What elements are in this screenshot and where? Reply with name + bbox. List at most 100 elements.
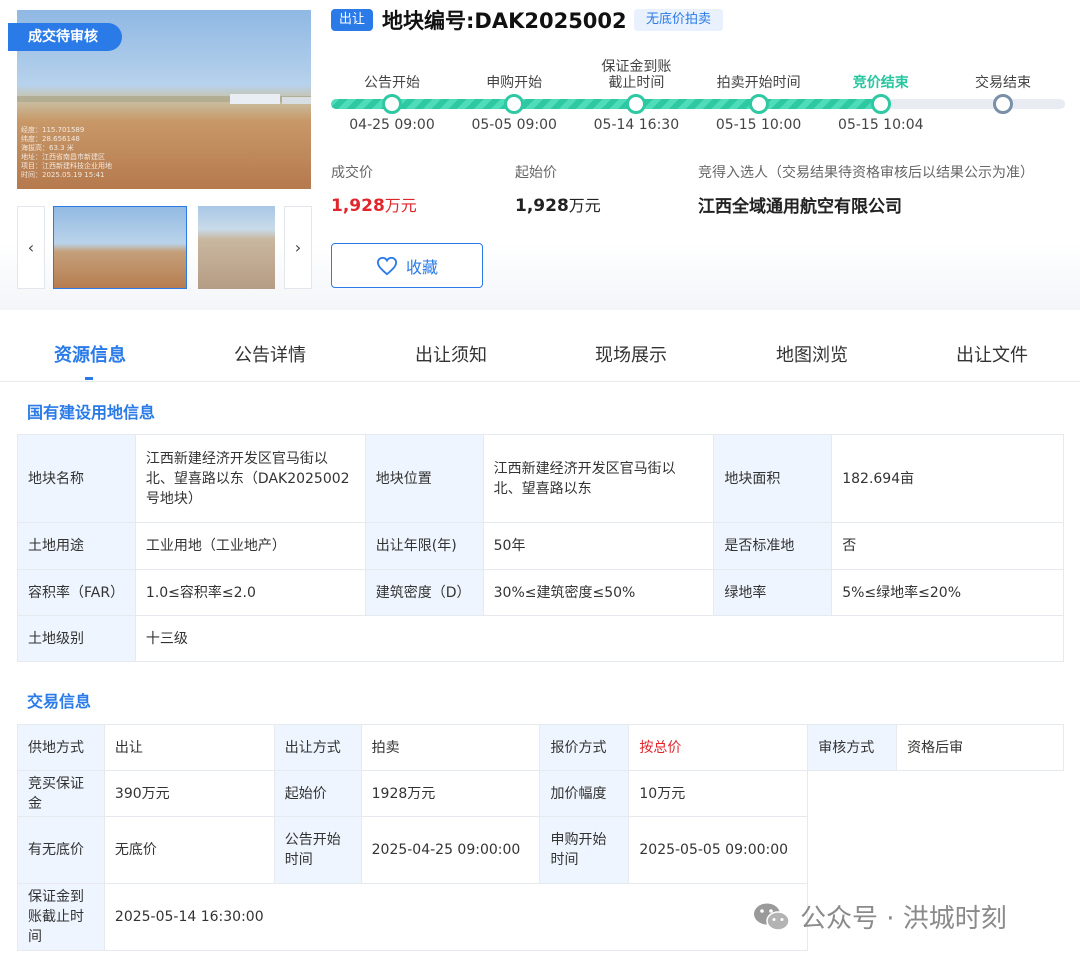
cell-label: 土地级别 [17, 615, 136, 662]
cell-label: 报价方式 [539, 724, 630, 771]
cell-value: 无底价 [103, 816, 275, 884]
tab-transfer-notes[interactable]: 出让须知 [376, 341, 526, 367]
start-price-label: 起始价 [515, 165, 557, 181]
chevron-left-icon: ‹ [27, 238, 35, 257]
deal-price-unit: 万元 [384, 196, 417, 215]
cell-value: 30%≤建筑密度≤50% [482, 569, 715, 616]
wechat-icon [754, 903, 790, 931]
photo-watermark: 经度：115.701589 纬度：28.656148 海拔高：63.3 米 地址… [21, 126, 171, 180]
winner: 竞得入选人（交易结果待资格审核后以结果公示为准） 江西全域通用航空有限公司 [698, 162, 1034, 217]
photo-watermark-line: 纬度：28.656148 [21, 135, 80, 143]
tab-site-display[interactable]: 现场展示 [556, 341, 706, 367]
cell-label: 地块名称 [17, 434, 136, 523]
building-shape [230, 94, 280, 104]
thumb-prev-button[interactable]: ‹ [17, 206, 45, 289]
plot-title: 地块编号:DAK2025002 [382, 9, 627, 33]
watermark-text: 公众号 · 洪城时刻 [800, 904, 1007, 934]
table-row: 土地级别 十三级 [17, 615, 1065, 662]
step-dot [993, 94, 1013, 114]
thumb-next-button[interactable]: › [284, 206, 312, 289]
step-label: 交易结束 [975, 75, 1031, 91]
progress-fill [331, 99, 891, 109]
step-time: 05-05 09:00 [471, 117, 557, 133]
cell-label: 建筑密度（D） [364, 569, 484, 616]
cell-label: 容积率（FAR） [17, 569, 136, 616]
step-dot [626, 94, 647, 114]
deal-price-value: 1,928万元 [331, 192, 417, 216]
step-label: 竞价结束 [852, 75, 909, 91]
table-row: 土地用途 工业用地（工业地产） 出让年限(年) 50年 是否标准地 否 [17, 522, 1064, 570]
deal-price-label: 成交价 [331, 165, 373, 181]
favorite-button[interactable]: 收藏 [331, 243, 483, 288]
deal-price: 成交价 1,928万元 [331, 162, 417, 216]
start-price: 起始价 1,928万元 [515, 162, 601, 216]
reserve-badge: 无底价拍卖 [634, 9, 724, 31]
cell-value: 2025-05-05 09:00:00 [628, 816, 809, 884]
tab-bar: 资源信息 公告详情 出让须知 现场展示 地图浏览 出让文件 [0, 324, 1080, 382]
step-label: 公告开始 [364, 75, 420, 91]
tab-notice-details[interactable]: 公告详情 [195, 341, 345, 367]
cell-value: 按总价 [628, 724, 809, 771]
cell-value: 2025-05-14 16:30:00 [103, 883, 809, 951]
cell-value: 50年 [482, 522, 715, 570]
table-row: 容积率（FAR） 1.0≤容积率≤2.0 建筑密度（D） 30%≤建筑密度≤50… [17, 569, 1064, 616]
transfer-tag: 出让 [331, 9, 373, 31]
start-price-number: 1,928 [515, 196, 569, 216]
cell-value: 10万元 [628, 770, 809, 817]
step-dot [504, 94, 525, 114]
photo-watermark-line: 项目：江西新建科技企业用地 [21, 162, 112, 170]
empty-cell [807, 816, 1064, 884]
step-dot [870, 94, 891, 114]
cell-value: 1928万元 [360, 770, 541, 817]
tab-resource-info[interactable]: 资源信息 [15, 341, 165, 367]
step-time: 05-15 10:00 [715, 117, 802, 133]
photo-watermark-line: 经度：115.701589 [21, 126, 85, 134]
thumbnail[interactable] [53, 206, 187, 289]
winner-label: 竞得入选人（交易结果待资格审核后以结果公示为准） [698, 165, 1034, 181]
photo-watermark-line: 时间：2025.05.19 15:41 [21, 171, 105, 179]
cell-value: 390万元 [103, 770, 275, 817]
cell-label: 出让方式 [273, 724, 362, 771]
table-row: 有无底价 无底价 公告开始时间 2025-04-25 09:00:00 申购开始… [17, 816, 1064, 884]
photo-watermark-line: 海拔高：63.3 米 [21, 144, 74, 152]
table-row: 供地方式 出让 出让方式 拍卖 报价方式 按总价 审核方式 资格后审 [17, 724, 1064, 771]
step-time: 04-25 09:00 [349, 117, 435, 133]
cell-value: 否 [831, 522, 1064, 570]
cell-value: 资格后审 [896, 724, 1064, 771]
cell-label: 有无底价 [17, 816, 105, 884]
step-time: 05-14 16:30 [593, 117, 680, 133]
step-dot [382, 94, 402, 114]
status-ribbon: 成交待审核 [8, 23, 122, 51]
cell-value: 出让 [103, 724, 275, 771]
cell-label: 土地用途 [17, 522, 136, 570]
step-label: 申购开始 [486, 75, 543, 91]
table-row: 竞买保证金 390万元 起始价 1928万元 加价幅度 10万元 [17, 770, 1064, 817]
cell-value: 工业用地（工业地产） [134, 522, 366, 570]
step-label: 保证金到账 截止时间 [601, 59, 672, 91]
cell-label: 公告开始时间 [273, 816, 362, 884]
cell-label: 申购开始时间 [539, 816, 630, 884]
cell-label: 是否标准地 [713, 522, 833, 570]
step-dot [748, 94, 769, 114]
step-time: 05-15 10:04 [838, 117, 924, 133]
thumbnail[interactable] [198, 206, 275, 289]
tab-transfer-docs[interactable]: 出让文件 [917, 341, 1067, 367]
tab-map-browse[interactable]: 地图浏览 [737, 341, 887, 367]
account-watermark: 公众号 · 洪城时刻 [752, 898, 1007, 935]
cell-value: 5%≤绿地率≤20% [831, 569, 1064, 616]
cell-value: 182.694亩 [831, 434, 1064, 523]
cell-label: 加价幅度 [539, 770, 630, 817]
cell-label: 绿地率 [713, 569, 833, 616]
heart-icon [376, 256, 397, 275]
cell-value: 2025-04-25 09:00:00 [360, 816, 541, 884]
cell-value: 拍卖 [360, 724, 541, 771]
cell-value: 江西新建经济开发区官马街以北、望喜路以东 [482, 434, 715, 523]
lot-header: 经度：115.701589 纬度：28.656148 海拔高：63.3 米 地址… [0, 0, 1080, 310]
cell-value: 江西新建经济开发区官马街以北、望喜路以东（DAK2025002号地块） [134, 434, 366, 523]
winner-value: 江西全域通用航空有限公司 [698, 197, 902, 217]
cell-label: 竞买保证金 [17, 770, 105, 817]
table-row: 地块名称 江西新建经济开发区官马街以北、望喜路以东（DAK2025002号地块）… [17, 434, 1064, 523]
cell-label: 审核方式 [807, 724, 898, 771]
favorite-label: 收藏 [405, 259, 438, 277]
start-price-unit: 万元 [568, 196, 601, 215]
